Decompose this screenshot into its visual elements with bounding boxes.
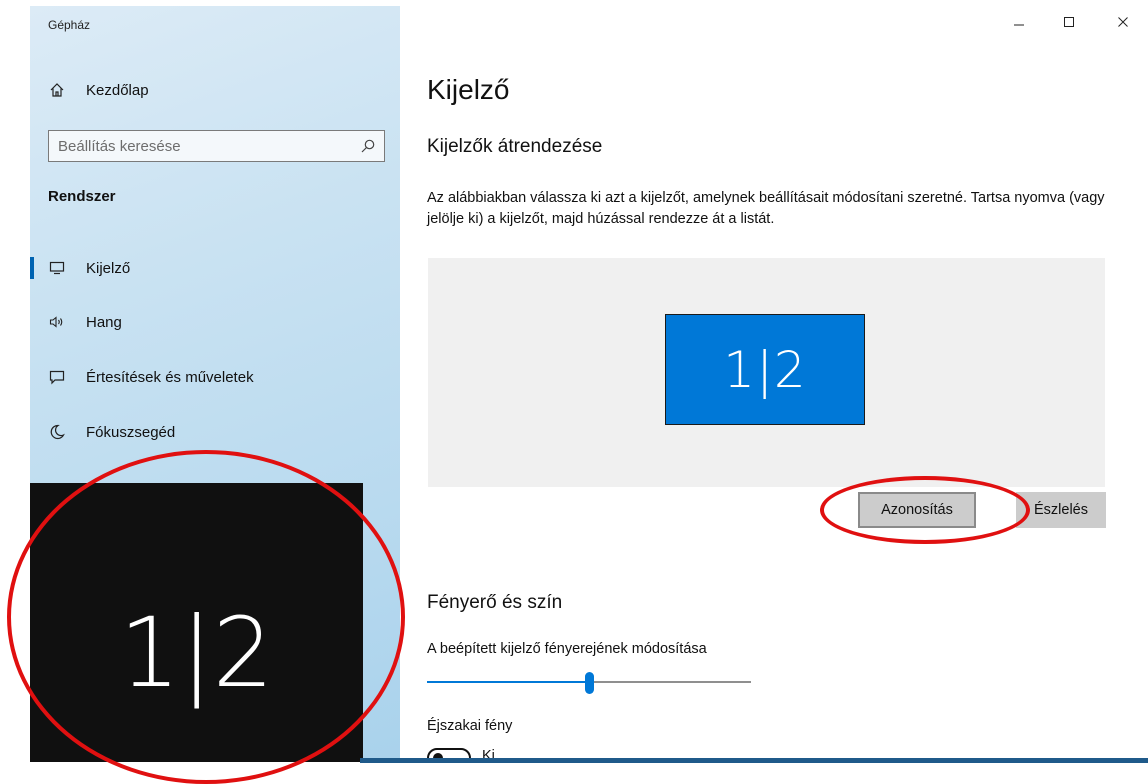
home-icon <box>48 81 66 99</box>
search-box <box>48 130 385 162</box>
brightness-label: A beépített kijelző fényerejének módosít… <box>427 641 707 657</box>
display-arrangement-area: 1|2 <box>428 258 1105 487</box>
search-input[interactable] <box>49 132 339 160</box>
sidebar-item-home[interactable]: Kezdőlap <box>30 70 400 110</box>
search-icon[interactable] <box>360 138 376 154</box>
night-light-label: Éjszakai fény <box>427 718 513 734</box>
detect-button[interactable]: Észlelés <box>1016 492 1106 528</box>
sidebar-item-label: Kezdőlap <box>86 81 149 99</box>
maximize-button[interactable] <box>1046 6 1092 38</box>
close-button[interactable] <box>1100 6 1146 38</box>
display-tile[interactable]: 1|2 <box>665 314 865 425</box>
sidebar-item-label: Hang <box>86 313 122 331</box>
identify-overlay-label: 1|2 <box>119 596 274 709</box>
sidebar-item-notifications[interactable]: Értesítések és műveletek <box>30 357 400 397</box>
close-icon <box>1118 17 1128 27</box>
section-label: Rendszer <box>48 188 116 205</box>
sidebar-item-label: Értesítések és műveletek <box>86 368 254 386</box>
speaker-icon <box>48 313 66 331</box>
brightness-heading: Fényerő és szín <box>427 592 563 613</box>
sidebar-item-display[interactable]: Kijelző <box>30 248 400 288</box>
slider-fill <box>427 681 589 683</box>
minimize-icon <box>1014 24 1024 26</box>
arrange-heading: Kijelzők átrendezése <box>427 136 603 157</box>
slider-thumb[interactable] <box>585 672 594 694</box>
app-title: Gépház <box>48 18 91 32</box>
moon-icon <box>48 423 66 441</box>
identify-button[interactable]: Azonosítás <box>858 492 976 528</box>
sidebar-item-focus-assist[interactable]: Fókuszsegéd <box>30 412 400 452</box>
display-tile-label: 1|2 <box>723 340 807 399</box>
identify-overlay: 1|2 <box>30 483 363 762</box>
sidebar-item-label: Kijelző <box>86 259 131 277</box>
maximize-icon <box>1064 17 1074 27</box>
main-content: Kijelző Kijelzők átrendezése Az alábbiak… <box>400 6 1148 762</box>
sidebar-item-label: Fókuszsegéd <box>86 423 176 441</box>
arrange-description: Az alábbiakban válassza ki azt a kijelző… <box>427 190 1105 227</box>
monitor-icon <box>48 259 66 277</box>
notification-icon <box>48 368 66 386</box>
brightness-slider[interactable] <box>427 670 751 696</box>
sidebar-item-sound[interactable]: Hang <box>30 302 400 342</box>
taskbar-edge <box>360 758 1148 763</box>
minimize-button[interactable] <box>996 6 1042 38</box>
page-title: Kijelző <box>427 74 510 105</box>
